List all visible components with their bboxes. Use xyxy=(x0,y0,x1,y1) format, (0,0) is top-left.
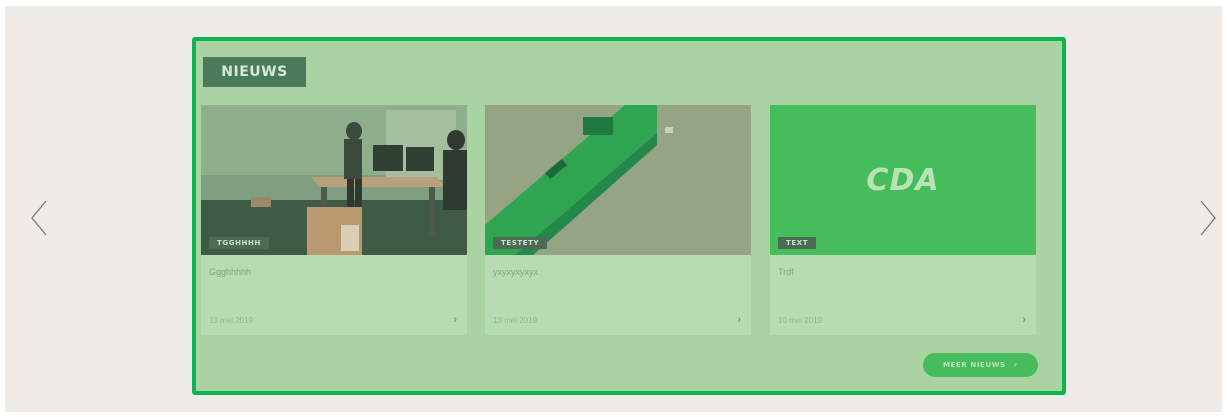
news-card[interactable]: TGGHHHH Ggghhhhh 13 mei 2019 › xyxy=(201,105,467,335)
more-news-label: MEER NIEUWS xyxy=(943,361,1006,369)
chevron-right-icon: › xyxy=(1013,360,1018,370)
section-title: NIEUWS xyxy=(203,57,306,87)
news-thumbnail xyxy=(485,105,751,255)
news-date: 13 mei 2019 xyxy=(209,316,254,325)
news-title[interactable]: Trdf xyxy=(778,267,794,277)
chevron-right-icon[interactable]: › xyxy=(737,314,741,326)
news-tag: TGGHHHH xyxy=(209,237,269,249)
chevron-right-icon[interactable]: › xyxy=(1022,314,1026,326)
chevron-right-icon[interactable]: › xyxy=(453,314,457,326)
news-title[interactable]: yxyxyxyxyx xyxy=(493,267,538,277)
logo-text: CDA xyxy=(866,162,940,198)
cda-logo: CDA xyxy=(770,105,1036,255)
news-thumbnail xyxy=(201,105,467,255)
carousel-prev-button[interactable] xyxy=(26,196,52,240)
news-card[interactable]: CDA TEXT Trdf 10 mei 2019 › xyxy=(770,105,1036,335)
news-date: 10 mei 2019 xyxy=(778,316,823,325)
news-tag: TEXT xyxy=(778,237,817,249)
carousel-next-button[interactable] xyxy=(1195,196,1221,240)
chevron-left-icon xyxy=(31,200,47,236)
news-date: 13 mei 2019 xyxy=(493,316,538,325)
news-card[interactable]: TESTETY yxyxyxyxyx 13 mei 2019 › xyxy=(485,105,751,335)
more-news-button[interactable]: MEER NIEUWS › xyxy=(923,353,1038,377)
news-title[interactable]: Ggghhhhh xyxy=(209,267,251,277)
news-tag: TESTETY xyxy=(493,237,548,249)
news-panel: NIEUWS TGGHHHH Ggghhhhh 13 mei 2019 › TE… xyxy=(192,37,1066,395)
chevron-right-icon xyxy=(1200,200,1216,236)
